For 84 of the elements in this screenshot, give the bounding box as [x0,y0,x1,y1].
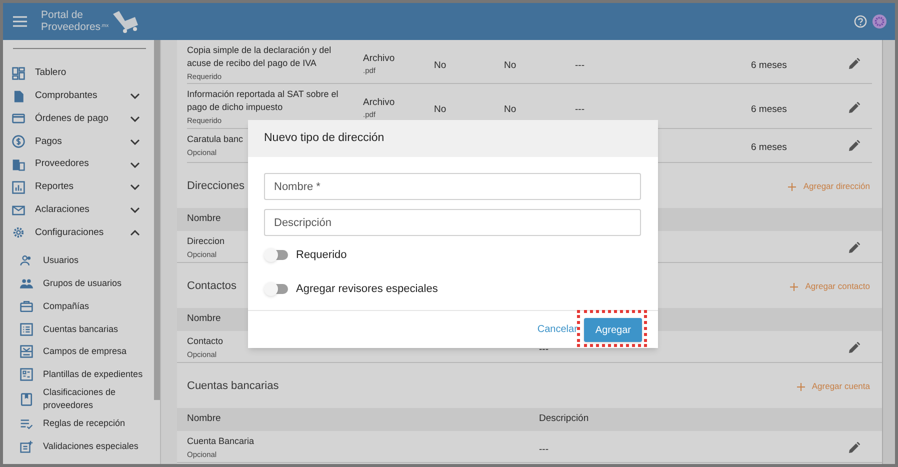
sidebar-item[interactable]: Pagos [3,130,154,154]
sidebar-item[interactable]: Campos de empresa [3,340,154,364]
table-cell: 6 meses [751,60,787,70]
avatar-icon [872,14,887,29]
sidebar-item[interactable]: Proveedores [3,153,154,176]
dialog-title: Nuevo tipo de dirección [264,130,384,146]
edit-icon [848,242,860,254]
document-icon [12,90,25,103]
grid-icon [12,66,25,80]
cart-logo-icon [110,8,141,34]
building-icon [12,158,25,172]
scrollbar[interactable] [882,40,895,464]
users-icon [20,254,33,268]
column-header: Nombre [187,312,221,326]
text-field[interactable]: Nombre * [264,173,641,200]
section-title: Cuentas bancarias [187,379,279,394]
edit-icon [848,442,860,454]
sidebar-item[interactable]: Grupos de usuarios [3,272,154,295]
sidebar-item[interactable]: Cuentas bancarias [3,318,154,341]
plus-icon [790,282,798,290]
mail-icon [12,204,25,217]
table-cell: No [434,104,446,114]
edit-icon [848,342,860,354]
template-icon [20,368,33,382]
table-cell: --- [575,104,584,114]
sidebar-item[interactable]: Aclaraciones [3,198,154,222]
sidebar-item[interactable]: Clasificaciones de proveedores [3,386,154,412]
section-title: Direcciones [187,179,244,194]
column-header: Descripción [539,412,589,426]
edit-icon [848,58,860,70]
column-header: Nombre [187,412,221,426]
edit-icon [848,140,860,152]
toggle-label: Requerido [296,248,347,263]
sidebar-item[interactable]: Validaciones especiales [3,434,154,458]
section-title: Contactos [187,279,237,294]
briefcase-icon [20,300,33,313]
sidebar-item[interactable]: Reglas de recepción [3,412,154,435]
table-cell: --- [539,444,548,455]
book-icon [20,392,33,406]
sidebar-item[interactable]: Plantillas de expedientes [3,363,154,386]
text-field[interactable]: Descripción [264,209,641,236]
edit-icon [848,102,860,114]
checklist-icon [20,417,33,430]
sidebar-item[interactable]: Órdenes de pago [3,108,154,130]
bar-chart-icon [12,180,25,194]
card-icon [12,112,25,126]
plus-icon [796,382,805,390]
document-name: Caratula banc [187,133,244,146]
toggle-switch[interactable] [264,282,288,296]
table-cell-text: Archivo [363,96,396,108]
sidebar-item[interactable]: Comprobantes [3,84,154,108]
document-name: Direccion [187,235,225,248]
table-cell: No [434,60,446,70]
document-name: Contacto [187,335,224,348]
table-cell: 6 meses [751,142,787,153]
table-cell: --- [575,60,584,70]
logo-text: Portal de [41,10,84,21]
form-icon [20,345,33,358]
menu-icon [13,16,27,27]
document-name: Copia simple de la declaración y del acuse de recibo del pago de IVA [187,44,332,70]
document-name: Cuenta Bancaria [187,435,254,448]
dollar-icon [12,135,25,148]
logo-text: Proveedores [41,22,101,33]
add-list-icon [20,440,33,453]
sidebar-item[interactable]: Usuarios [3,249,154,272]
column-header: Nombre [187,212,221,226]
table-cell: No [504,104,516,114]
toggle-label: Agregar revisores especiales [296,282,438,296]
sidebar-item[interactable]: Tablero [3,62,154,85]
list-icon [20,322,33,336]
document-name: Información reportada al SAT sobre el pago de dicho impuesto [187,88,340,114]
table-cell: --- [539,344,548,355]
toggle-switch[interactable] [264,248,288,262]
table-cell: 6 meses [751,104,787,114]
table-cell-text: Archivo [363,52,396,64]
table-cell: No [504,60,516,70]
sidebar-item[interactable]: Reportes [3,176,154,199]
scrollbar-thumb[interactable] [154,40,160,400]
sidebar-item[interactable]: Configuraciones [3,222,154,244]
plus-icon [788,182,796,190]
group-icon [20,277,33,290]
help-icon [854,15,867,28]
settings-icon [12,226,25,240]
sidebar-item[interactable]: Compañías [3,294,154,318]
